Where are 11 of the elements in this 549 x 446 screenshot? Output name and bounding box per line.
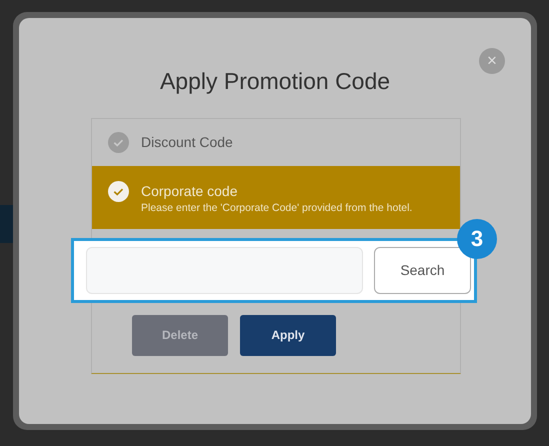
option-item[interactable]: Corporate code Please enter the 'Corporate Code' provided from the hotel.	[92, 166, 460, 229]
option-label: Discount Code	[141, 132, 233, 152]
code-input-field[interactable]	[86, 246, 363, 294]
apply-button[interactable]: Apply	[240, 314, 336, 356]
search-button[interactable]: Search	[374, 246, 471, 294]
step-badge: 3	[457, 218, 497, 259]
dialog-title: Apply Promotion Code	[158, 68, 392, 96]
check-icon	[108, 132, 129, 153]
option-label: Corporate code	[141, 182, 239, 201]
option-description: Please enter the 'Corporate Code' provided from the hotel.	[141, 200, 412, 216]
check-icon	[108, 180, 129, 202]
